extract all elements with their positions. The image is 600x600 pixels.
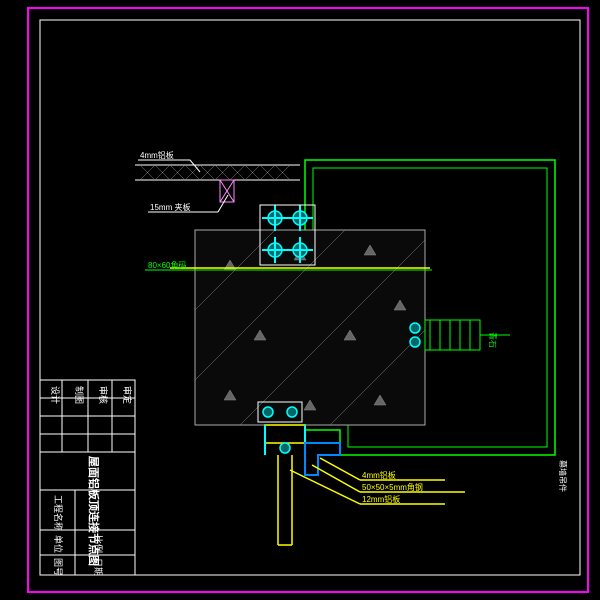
label-right-green: 青石 xyxy=(488,332,498,348)
drop-element xyxy=(220,180,234,202)
title-block: 设计 制图 审核 审定 屋面铝板顶连接节点图 工程名称 单位 比例 图号 日期 xyxy=(40,380,135,576)
leader-right-green: 青石 xyxy=(480,332,510,348)
label-left-green: 80×60角码 xyxy=(148,260,186,270)
label-bot3: 12mm铝板 xyxy=(362,494,400,504)
ceiling-slab xyxy=(135,165,300,180)
tb-c1: 单位 xyxy=(53,535,64,553)
leader-left-green: 80×60角码 xyxy=(148,260,186,270)
leader-left-mid: 15mm 夹板 xyxy=(148,195,228,212)
tb-r1: 设计 xyxy=(50,386,61,404)
leaders-bottom: 4mm铝板 50×50×5mm角钢 12mm铝板 xyxy=(290,458,465,504)
label-top-left: 4mm铝板 xyxy=(140,150,174,160)
tb-sub2: 图号 xyxy=(53,558,63,576)
label-right-white: 幕墙吊件 xyxy=(558,460,568,492)
tb-c2: 比例 xyxy=(93,535,104,553)
label-left-mid: 15mm 夹板 xyxy=(150,202,190,212)
label-bot2: 50×50×5mm角钢 xyxy=(362,482,423,492)
label-bot1: 4mm铝板 xyxy=(362,470,396,480)
tb-c3: 日期 xyxy=(93,558,103,576)
tb-r2: 制图 xyxy=(74,386,85,404)
bottom-assembly xyxy=(265,425,340,545)
leader-top-left: 4mm铝板 xyxy=(138,150,200,172)
tb-sub1: 工程名称 xyxy=(53,495,64,531)
tb-r3: 审核 xyxy=(98,386,109,404)
tb-r4: 审定 xyxy=(122,386,133,404)
leader-right-white: 幕墙吊件 xyxy=(558,460,568,492)
cad-drawing: 4mm铝板 15mm 夹板 80×60角码 青石 4mm铝板 50×50×5mm… xyxy=(0,0,600,600)
concrete-block xyxy=(195,230,425,425)
